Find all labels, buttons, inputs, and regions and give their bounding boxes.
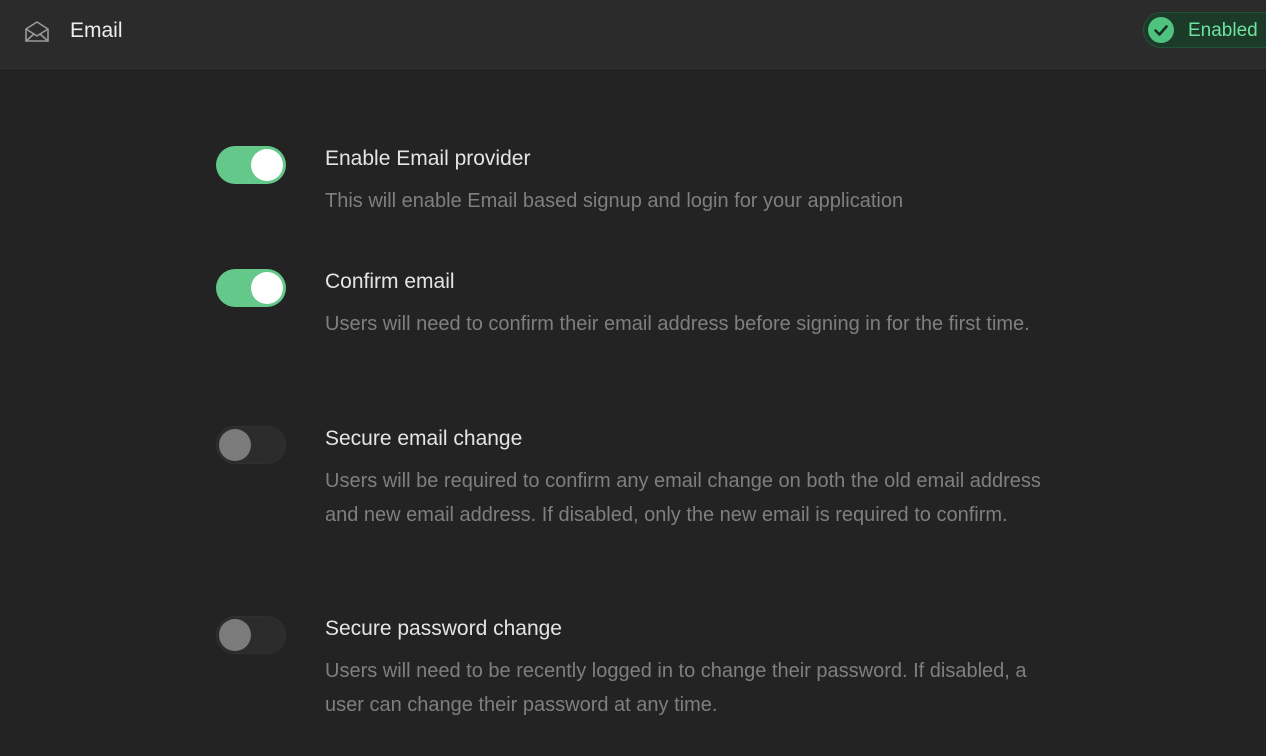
- page-title: Email: [70, 19, 123, 42]
- setting-title: Secure password change: [325, 617, 562, 640]
- setting-description: Users will need to confirm their email a…: [325, 313, 1030, 335]
- confirm-email-toggle[interactable]: [216, 269, 286, 307]
- toggle-knob: [251, 272, 283, 304]
- status-label: Enabled: [1188, 20, 1258, 41]
- page-header: Email Enabled: [0, 0, 1266, 69]
- toggle-knob: [219, 619, 251, 651]
- setting-description: Users will need to be recently logged in…: [325, 660, 1027, 716]
- enable-email-provider-toggle[interactable]: [216, 146, 286, 184]
- setting-title: Secure email change: [325, 427, 523, 450]
- status-badge: Enabled: [1143, 12, 1266, 48]
- toggle-knob: [219, 429, 251, 461]
- setting-description: Users will be required to confirm any em…: [325, 470, 1041, 526]
- check-icon: [1148, 17, 1174, 43]
- secure-email-change-toggle[interactable]: [216, 426, 286, 464]
- secure-password-change-toggle[interactable]: [216, 616, 286, 654]
- envelope-open-icon: [25, 21, 49, 42]
- setting-description: This will enable Email based signup and …: [325, 190, 904, 212]
- setting-title: Confirm email: [325, 270, 455, 293]
- toggle-knob: [251, 149, 283, 181]
- setting-title: Enable Email provider: [325, 147, 531, 170]
